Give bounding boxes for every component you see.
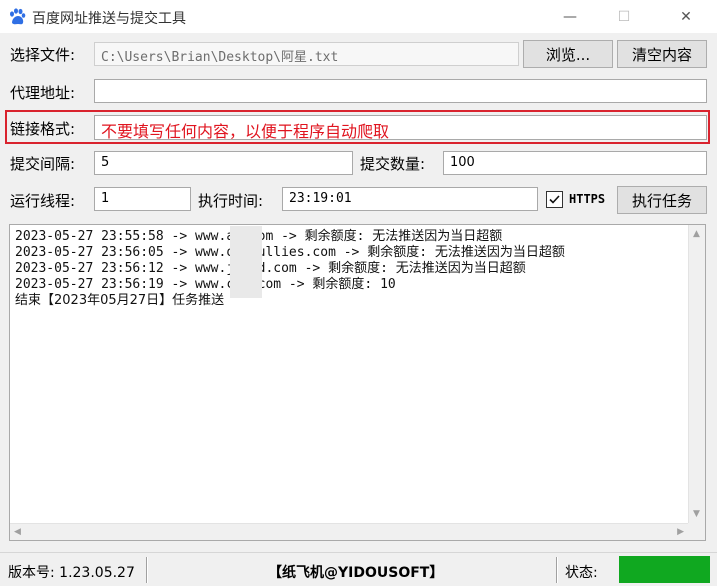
scroll-down-icon[interactable]: ▼ bbox=[693, 509, 700, 519]
credit-text: 【纸飞机@YIDOUSOFT】 bbox=[268, 565, 444, 581]
log-line: 结束【2023年05月27日】任务推送 bbox=[15, 293, 225, 308]
scroll-up-icon[interactable]: ▲ bbox=[693, 229, 700, 239]
browse-button[interactable]: 浏览... bbox=[523, 40, 613, 68]
window-title: 百度网址推送与提交工具 bbox=[32, 11, 186, 27]
log-line: 2023-05-27 23:55:58 -> www.ac com -> 剩余额… bbox=[15, 229, 503, 244]
baidu-paw-icon bbox=[10, 8, 26, 25]
threads-label: 运行线程: bbox=[10, 192, 76, 210]
checkmark-icon bbox=[549, 195, 560, 204]
link-format-input[interactable]: 不要填写任何内容，以便于程序自动爬取 bbox=[94, 115, 707, 141]
run-task-button[interactable]: 执行任务 bbox=[617, 186, 707, 214]
scroll-left-icon[interactable]: ◀ bbox=[14, 527, 21, 537]
scroll-corner bbox=[688, 523, 705, 540]
log-line: 2023-05-27 23:56:19 -> www.cr .com -> 剩余… bbox=[15, 277, 396, 292]
link-format-label: 链接格式: bbox=[10, 120, 76, 138]
count-input[interactable]: 100 bbox=[443, 151, 707, 175]
status-divider bbox=[146, 557, 148, 583]
status-indicator bbox=[619, 556, 710, 583]
maximize-button[interactable]: ☐ bbox=[601, 0, 647, 33]
vertical-scrollbar[interactable]: ▲ ▼ bbox=[688, 225, 705, 523]
log-textarea[interactable]: 2023-05-27 23:55:58 -> www.ac com -> 剩余额… bbox=[9, 224, 706, 541]
https-label: HTTPS bbox=[569, 192, 606, 206]
exec-time-label: 执行时间: bbox=[198, 192, 264, 210]
proxy-label: 代理地址: bbox=[10, 84, 76, 102]
version-text: 版本号: 1.23.05.27 bbox=[8, 565, 135, 581]
interval-input[interactable]: 5 bbox=[94, 151, 353, 175]
log-line: 2023-05-27 23:56:12 -> www.jb od.com -> … bbox=[15, 261, 526, 276]
close-button[interactable]: ✕ bbox=[663, 0, 709, 33]
exec-time-input[interactable]: 23:19:01 bbox=[282, 187, 538, 211]
file-label: 选择文件: bbox=[10, 46, 76, 64]
title-bar: 百度网址推送与提交工具 — ☐ ✕ bbox=[0, 0, 717, 33]
proxy-input[interactable] bbox=[94, 79, 707, 103]
file-path-field[interactable]: C:\Users\Brian\Desktop\阿星.txt bbox=[94, 42, 519, 66]
minimize-button[interactable]: — bbox=[547, 0, 593, 33]
horizontal-scrollbar[interactable]: ◀ ▶ bbox=[10, 523, 688, 540]
scroll-right-icon[interactable]: ▶ bbox=[677, 527, 684, 537]
log-line: 2023-05-27 23:56:05 -> www.or bullies.co… bbox=[15, 245, 565, 260]
count-label: 提交数量: bbox=[360, 155, 426, 173]
interval-label: 提交间隔: bbox=[10, 155, 76, 173]
clear-content-button[interactable]: 清空内容 bbox=[617, 40, 707, 68]
threads-input[interactable]: 1 bbox=[94, 187, 191, 211]
log-lines: 2023-05-27 23:55:58 -> www.ac com -> 剩余额… bbox=[15, 229, 680, 309]
redaction-blur bbox=[230, 226, 262, 298]
status-divider bbox=[556, 557, 558, 583]
https-checkbox[interactable] bbox=[546, 191, 563, 208]
status-label: 状态: bbox=[565, 565, 598, 581]
status-bar: 版本号: 1.23.05.27 【纸飞机@YIDOUSOFT】 状态: bbox=[0, 552, 717, 586]
